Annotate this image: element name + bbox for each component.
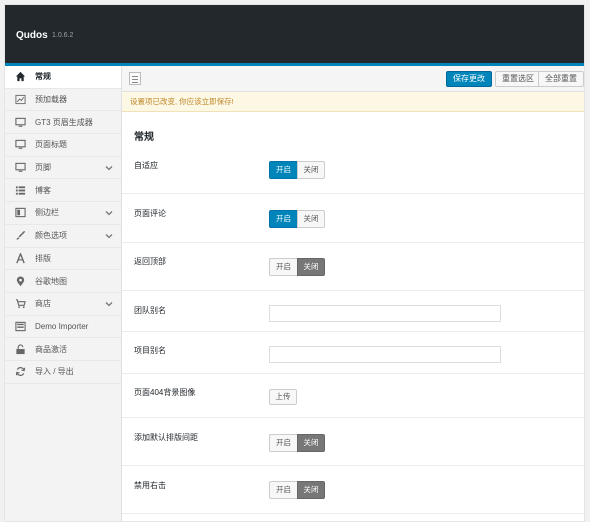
toggle-on-button[interactable]: 开启 [269,161,297,179]
sidebar-item-label: Demo Importer [35,321,89,331]
setting-label: 页面404背景图像 [134,388,196,397]
sidebar-item-sidebars[interactable]: 侧边栏 [5,202,121,225]
sidebar-item-typography[interactable]: 排版 [5,248,121,271]
sidebar-item-header-builder[interactable]: GT3 页眉生成器 [5,111,121,135]
toggle-on-button[interactable]: 开启 [269,481,297,499]
sidebar-item-blog[interactable]: 博客 [5,179,121,203]
setting-label: 自适应 [134,161,158,170]
upload-button[interactable]: 上传 [269,389,297,405]
sidebar-item-label: 页脚 [35,163,51,173]
chevron-down-icon[interactable] [104,163,114,173]
expand-options-icon[interactable] [129,72,141,85]
sidebar-item-preloader[interactable]: 预加载器 [5,89,121,112]
sidebar-item-label: GT3 页眉生成器 [35,117,93,127]
unlock-icon [13,343,27,355]
toggle-off-button[interactable]: 关闭 [297,258,325,276]
sidebar-item-label: 排版 [35,253,51,263]
page-comments-toggle: 开启 关闭 [269,210,325,228]
map-pin-icon [13,275,27,287]
toggle-on-button[interactable]: 开启 [269,434,297,452]
save-changes-button[interactable]: 保存更改 [446,71,492,87]
typography-spacing-toggle: 开启 关闭 [269,434,325,452]
setting-row-responsive: 自适应 开启 关闭 [122,146,584,194]
sidebar-item-label: 博客 [35,185,51,195]
monitor-icon [13,162,27,174]
sidebar-item-color-options[interactable]: 颜色选项 [5,225,121,248]
setting-label: 禁用右击 [134,481,166,490]
typography-icon [13,252,27,264]
setting-row-team-slug: 团队别名 [122,291,584,332]
toggle-off-button[interactable]: 关闭 [297,210,325,228]
project-slug-input[interactable] [269,346,501,363]
header: Qudos 1.0.6.2 [5,5,584,66]
setting-label: 返回顶部 [134,257,166,266]
team-slug-input[interactable] [269,305,501,322]
theme-title: Qudos [16,30,48,41]
sidebar-item-page-title[interactable]: 页面标题 [5,134,121,157]
sidebar-item-footer[interactable]: 页脚 [5,157,121,180]
chevron-down-icon[interactable] [104,208,114,218]
sidebar-item-label: 谷歌地图 [35,276,67,286]
section-title: 常规 [134,132,154,143]
sidebar-item-label: 页面标题 [35,140,67,150]
sidebar-item-label: 预加载器 [35,95,67,105]
setting-row-typography-spacing: 添加默认排版间距 开启 关闭 [122,418,584,466]
main-content: 保存更改 重置选区 全部重置 设置项已改变, 你应该立即保存! 常规 自适应 开… [122,66,584,521]
toggle-on-button[interactable]: 开启 [269,258,297,276]
unsaved-notice: 设置项已改变, 你应该立即保存! [122,92,584,112]
setting-label: 项目别名 [134,346,166,355]
sidebar-item-label: 常规 [35,72,51,82]
home-icon [13,71,27,83]
setting-label: 添加默认排版间距 [134,433,198,442]
list-icon [13,184,27,196]
monitor-icon [13,116,27,128]
monitor-icon [13,139,27,151]
chevron-down-icon[interactable] [104,299,114,309]
setting-label: 页面评论 [134,209,166,218]
sidebar-item-shop[interactable]: 商店 [5,293,121,316]
toolbar: 保存更改 重置选区 全部重置 [122,66,584,92]
sidebar-item-label: 侧边栏 [35,208,59,218]
sidebar: 常规 预加载器 GT3 页眉生成器 页面标题 页脚 博客 侧边栏 颜色选项 排版… [5,66,122,521]
cart-icon [13,298,27,310]
setting-row-404-background: 页面404背景图像 上传 [122,374,584,418]
brush-icon [13,230,27,242]
import-icon [13,320,27,332]
sidebar-item-label: 颜色选项 [35,231,67,241]
sidebar-item-demo-importer[interactable]: Demo Importer [5,316,121,339]
setting-row-disable-right-click: 禁用右击 开启 关闭 [122,466,584,514]
setting-row-back-to-top: 返回顶部 开启 关闭 [122,243,584,291]
disable-right-click-toggle: 开启 关闭 [269,481,325,499]
setting-row-page-comments: 页面评论 开启 关闭 [122,194,584,243]
sidebar-item-label: 商品激活 [35,344,67,354]
setting-label: 团队别名 [134,306,166,315]
reset-section-button[interactable]: 重置选区 [495,71,541,87]
toggle-off-button[interactable]: 关闭 [297,481,325,499]
refresh-icon [13,366,27,378]
toggle-off-button[interactable]: 关闭 [297,161,325,179]
chart-icon [13,94,27,106]
sidebar-icon [13,207,27,219]
sidebar-item-google-maps[interactable]: 谷歌地图 [5,270,121,293]
responsive-toggle: 开启 关闭 [269,161,325,179]
sidebar-item-import-export[interactable]: 导入 / 导出 [5,361,121,384]
sidebar-item-label: 导入 / 导出 [35,367,74,377]
sidebar-item-label: 商店 [35,299,51,309]
reset-all-button[interactable]: 全部重置 [538,71,584,87]
chevron-down-icon[interactable] [104,231,114,241]
options-panel: Qudos 1.0.6.2 常规 预加载器 GT3 页眉生成器 页面标题 页脚 … [4,4,585,522]
theme-version: 1.0.6.2 [52,32,74,39]
setting-row-project-slug: 项目别名 [122,332,584,374]
toggle-on-button[interactable]: 开启 [269,210,297,228]
sidebar-item-general[interactable]: 常规 [5,66,121,89]
sidebar-item-product-activation[interactable]: 商品激活 [5,338,121,361]
toggle-off-button[interactable]: 关闭 [297,434,325,452]
back-to-top-toggle: 开启 关闭 [269,258,325,276]
